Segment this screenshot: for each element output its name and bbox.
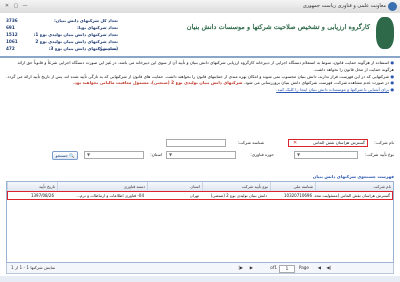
- maximize-icon[interactable]: ▢: [13, 3, 19, 9]
- bullet-icon: ●: [390, 60, 394, 65]
- notice-text-1: استفاده از هرگونه حمایت قانون، منوط به ا…: [17, 60, 394, 72]
- column-header[interactable]: شناسه ملی: [270, 182, 315, 191]
- window-titlebar: معاونت علمی و فناوری ریاست جمهوری ✕ ▢ —: [0, 0, 400, 14]
- emblem-icon: [376, 17, 394, 49]
- stats-panel: تعداد کل شرکتهای دانش بنیان: 3736 تعداد ش…: [6, 17, 118, 52]
- prev-page-icon[interactable]: ◀: [318, 265, 321, 270]
- tech-field-label: حوزه فناوری:: [250, 152, 274, 157]
- stat-label: تعداد شرکتهای دانش بنیان نوع 3:: [48, 46, 118, 51]
- column-header[interactable]: نوع تأیید شرکت: [202, 182, 270, 191]
- close-icon[interactable]: ✕: [4, 3, 10, 9]
- header-banner: کارگروه ارزیابی و تشخیص صلاحیت شرکتها و …: [186, 23, 370, 31]
- notice-paragraph: ● استفاده از هرگونه حمایت قانون، منوط به…: [6, 60, 394, 74]
- notice-paragraph: ● در صورت عدم مشاهده شرکت، فهرست شرکتهای…: [6, 80, 394, 87]
- stat-label: تعداد شرکتهای نوپا:: [77, 25, 118, 30]
- bullet-icon: ●: [390, 73, 394, 79]
- window-controls: ✕ ▢ —: [4, 3, 28, 9]
- notice-text: ● استفاده از هرگونه حمایت قانون، منوط به…: [6, 60, 394, 94]
- page-count: of1: [270, 265, 277, 270]
- search-button[interactable]: 🔍 جستجو: [52, 150, 78, 160]
- table-row[interactable]: گسترش هراسان نقش الماس (مسئولیت محدود) 1…: [7, 191, 393, 200]
- cell-confirmation-type: دانش بنیان تولیدی نوع 2 (صنعتی): [210, 193, 267, 198]
- cell-province: تهران: [189, 193, 199, 198]
- stat-value: 691: [6, 25, 15, 30]
- column-header[interactable]: استان: [147, 182, 202, 191]
- notice-warning: شرکتهای دانش بنیان تولیدی نوع 2 (صنعتی)،…: [73, 80, 243, 86]
- results-table: نام شرکت شناسه ملی نوع تأیید شرکت استان …: [6, 181, 394, 263]
- app-logo-icon: [388, 2, 397, 11]
- chevron-down-icon: ▼: [87, 152, 91, 157]
- province-select[interactable]: ▼: [84, 151, 144, 159]
- pagination-summary: نمایش شرکتها 1 - 1 از 1: [11, 265, 56, 270]
- stat-value: 1061: [6, 39, 18, 44]
- clear-icon[interactable]: ✕: [293, 140, 297, 146]
- results-title: فهرست جستجوی شرکتهای دانش بنیان: [312, 174, 394, 179]
- page-number-input[interactable]: 1: [279, 264, 295, 273]
- next-page-icon[interactable]: ▶: [250, 265, 253, 270]
- column-header[interactable]: نام شرکت: [315, 182, 393, 191]
- bullet-icon: ●: [390, 87, 394, 93]
- national-id-input[interactable]: [166, 139, 226, 147]
- footer-bar: [0, 276, 400, 282]
- first-page-icon[interactable]: |◀: [326, 265, 331, 270]
- notice-text-3: در صورت عدم مشاهده شرکت، فهرست شرکتهای د…: [243, 80, 389, 86]
- company-name-label: نام شرکت:: [374, 140, 394, 145]
- column-header[interactable]: دسته فناوری: [57, 182, 147, 191]
- stat-label: تعداد شرکتهای دانش بنیان تولیدی نوع 2 (ص…: [35, 39, 118, 51]
- cell-tech-field: 04- فناوری اطلاعات و ارتباطات و نرم...: [76, 193, 144, 198]
- bullet-icon: ●: [390, 80, 394, 86]
- company-name-input[interactable]: گسترش هراسان نقش الماس ✕: [288, 139, 368, 147]
- info-link[interactable]: برای آشنایی با شرکتها و موسسات دانش بنیا…: [276, 87, 389, 92]
- stat-row: تعداد کل شرکتهای دانش بنیان: 3736: [6, 17, 118, 24]
- search-icon: 🔍: [69, 152, 75, 158]
- company-name-value: گسترش هراسان نقش الماس: [313, 140, 365, 145]
- site-header: کارگروه ارزیابی و تشخیص صلاحیت شرکتها و …: [0, 13, 400, 58]
- notice-paragraph: ● برای آشنایی با شرکتها و موسسات دانش بن…: [6, 87, 394, 94]
- confirmation-type-select[interactable]: ▼: [294, 151, 358, 159]
- stat-row: تعداد شرکتهای دانش بنیان تولیدی نوع 2 (ص…: [6, 38, 118, 51]
- stat-row: تعداد شرکتهای دانش بنیان تولیدی نوع 1: 15…: [6, 31, 118, 38]
- stat-label: تعداد شرکتهای دانش بنیان تولیدی نوع 1:: [33, 32, 118, 37]
- tech-field-select[interactable]: ▼: [166, 151, 236, 159]
- column-header[interactable]: تاریخ تأیید: [7, 182, 57, 191]
- minimize-icon[interactable]: —: [22, 3, 28, 9]
- stat-row: تعداد شرکتهای نوپا: 691: [6, 24, 118, 31]
- national-id-label: شناسه شرکت:: [237, 140, 264, 145]
- cell-company-name: گسترش هراسان نقش الماس (مسئولیت محدود): [314, 193, 390, 198]
- stat-label: تعداد کل شرکتهای دانش بنیان:: [54, 18, 118, 23]
- stat-row: تعداد شرکتهای دانش بنیان نوع 3: 472: [6, 45, 118, 52]
- notice-paragraph: ● شرکتهایی که در این فهرست قرار ندارند، …: [6, 74, 394, 81]
- stat-value: 1512: [6, 32, 18, 37]
- cell-confirmation-date: 1397/08/26: [30, 193, 54, 198]
- search-button-label: جستجو: [55, 152, 68, 158]
- notice-text-2: شرکتهایی که در این فهرست قرار ندارند، دا…: [6, 73, 389, 79]
- pagination-bar: نمایش شرکتها 1 - 1 از 1 ▶| ▶ of1 1 Page …: [6, 263, 394, 274]
- chevron-down-icon: ▼: [169, 152, 173, 157]
- cell-national-id: 10320710696: [284, 193, 312, 198]
- confirmation-type-label: نوع تأیید شرکت:: [365, 152, 394, 157]
- page-label: Page: [298, 265, 309, 270]
- chevron-down-icon: ▼: [297, 152, 301, 157]
- stat-value: 3736: [6, 18, 18, 23]
- province-label: استان:: [150, 152, 162, 157]
- search-form: نام شرکت: گسترش هراسان نقش الماس ✕ شناسه…: [6, 139, 394, 168]
- last-page-icon[interactable]: ▶|: [238, 265, 243, 270]
- stat-value: 472: [6, 46, 15, 51]
- window-title: معاونت علمی و فناوری ریاست جمهوری: [302, 3, 386, 9]
